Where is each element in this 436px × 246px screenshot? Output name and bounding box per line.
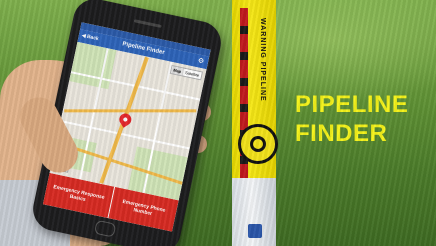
map-type-toggle[interactable]: Map Satellite — [169, 64, 203, 81]
map-park — [127, 146, 188, 201]
app-screen: ◀ Back Pipeline Finder ⚙ Map Satellite ◎… — [42, 22, 211, 232]
background-photo: WARNING PIPELINE PIPELINE FINDER ◀ Back … — [0, 0, 436, 246]
brand-title: PIPELINE FINDER — [295, 90, 430, 148]
marker-post-base — [232, 178, 276, 246]
location-pin-icon[interactable] — [117, 111, 134, 128]
map-highway — [99, 56, 149, 184]
brand-line-2: FINDER — [295, 120, 388, 147]
map-highway — [49, 137, 191, 188]
emergency-phone-button[interactable]: Emergency Phone Number — [107, 186, 179, 232]
gear-icon[interactable]: ⚙ — [197, 56, 205, 65]
hand — [0, 60, 120, 246]
marker-seal-icon — [238, 124, 278, 164]
home-button[interactable] — [93, 219, 117, 238]
marker-stripe — [240, 8, 248, 178]
map-street — [142, 61, 173, 194]
map-street — [70, 71, 201, 101]
emergency-response-button[interactable]: Emergency Response Basics — [42, 172, 115, 219]
map-street — [60, 120, 190, 150]
map-park — [69, 41, 117, 90]
marker-tag — [248, 224, 262, 238]
map-highway — [64, 109, 197, 113]
pipeline-marker-post — [232, 0, 276, 246]
emergency-button-row: Emergency Response Basics Emergency Phon… — [42, 172, 179, 232]
app-nav-bar: ◀ Back Pipeline Finder ⚙ — [77, 29, 210, 70]
finger — [181, 103, 211, 121]
status-bar — [80, 22, 211, 57]
app-title: Pipeline Finder — [121, 41, 166, 57]
locate-icon[interactable]: ◎ — [54, 156, 71, 173]
thumb — [13, 90, 85, 180]
map-park — [61, 136, 97, 173]
map-tab-map[interactable]: Map — [170, 66, 184, 76]
brand-line-1: PIPELINE — [295, 91, 409, 118]
map-view[interactable]: Map Satellite ◎ — [49, 41, 207, 201]
phone-earpiece — [133, 19, 162, 28]
back-button[interactable]: ◀ Back — [81, 33, 99, 42]
map-tab-satellite[interactable]: Satellite — [182, 69, 201, 80]
marker-warning-text: WARNING PIPELINE — [259, 18, 266, 102]
shirt-cuff — [0, 180, 70, 246]
finger — [178, 70, 208, 88]
finger — [177, 135, 207, 153]
map-street — [78, 48, 109, 180]
smartphone: ◀ Back Pipeline Finder ⚙ Map Satellite ◎… — [29, 0, 225, 246]
